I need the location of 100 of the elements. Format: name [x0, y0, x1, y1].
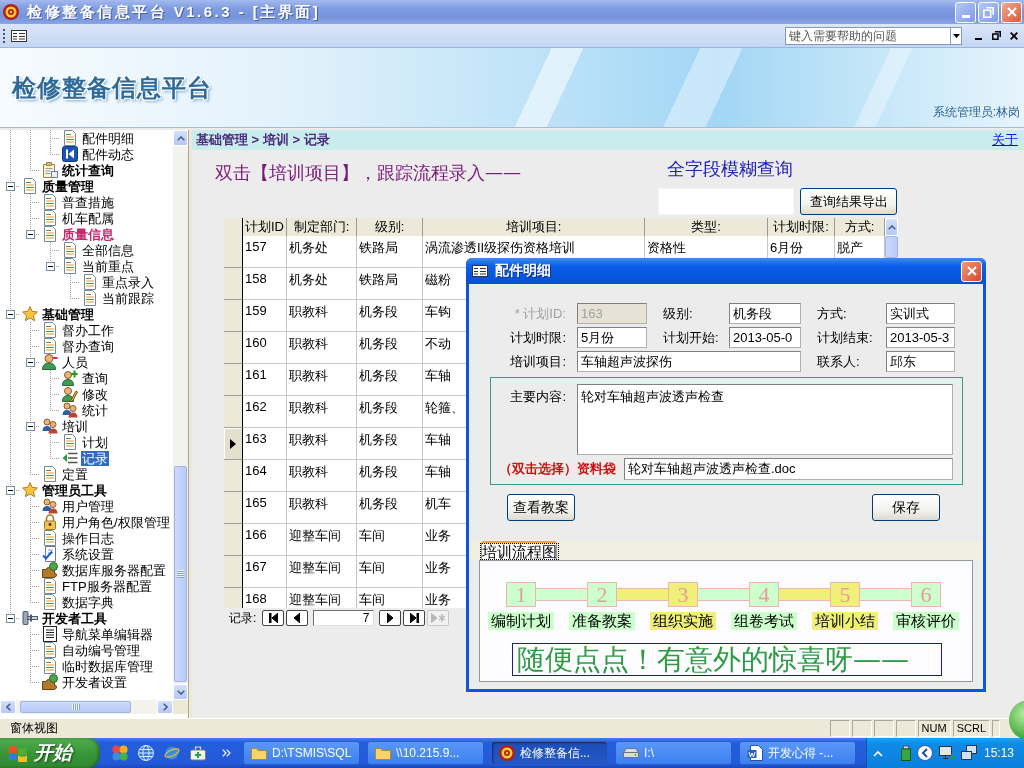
expander-toggle[interactable] [5, 613, 15, 623]
tree-item[interactable]: 当前重点 [81, 258, 135, 274]
tree-item[interactable]: 查询 [81, 370, 109, 386]
tree-item[interactable]: 普查措施 [61, 194, 115, 210]
colored-dots-icon[interactable] [112, 745, 128, 761]
first-aid-kit-icon[interactable] [190, 745, 206, 761]
expander-toggle[interactable] [25, 229, 35, 239]
tree-item[interactable]: 计划 [81, 434, 109, 450]
monitor-icon[interactable] [939, 745, 955, 761]
expander-toggle[interactable] [5, 181, 15, 191]
tree-item[interactable]: 统计查询 [61, 162, 115, 178]
step-label[interactable]: 组卷考试 [731, 612, 797, 630]
tree-item[interactable]: 人员 [61, 354, 89, 370]
tree-item[interactable]: 机车配属 [61, 210, 115, 226]
row-selector[interactable] [224, 332, 243, 364]
input-field[interactable]: 5月份 [577, 327, 647, 348]
row-selector[interactable] [224, 492, 243, 524]
tree-item[interactable]: 临时数据库管理 [61, 658, 154, 674]
input-field[interactable]: 邱东 [886, 351, 955, 372]
start-button[interactable]: 开始 [0, 738, 100, 768]
input-field[interactable]: 2013-05-3 [886, 327, 955, 348]
scroll-left-button[interactable] [0, 700, 16, 714]
tree-item[interactable]: 操作日志 [61, 530, 115, 546]
row-selector[interactable] [224, 300, 243, 332]
tree-item[interactable]: 自动编号管理 [61, 642, 141, 658]
step-label[interactable]: 准备教案 [569, 612, 635, 630]
next-record-button[interactable] [379, 610, 402, 626]
tree-item[interactable]: 质量信息 [61, 226, 115, 242]
expander-toggle[interactable] [45, 261, 55, 271]
tree-item[interactable]: 开发者设置 [61, 674, 128, 690]
tree-item[interactable]: 质量管理 [41, 178, 95, 194]
tree-item[interactable]: 督办工作 [61, 322, 115, 338]
tab[interactable]: 培训流程图 [481, 541, 557, 560]
export-button[interactable]: 查询结果导出 [800, 188, 897, 215]
tree-item[interactable]: 记录 [81, 450, 109, 466]
step-label[interactable]: 审核评价 [893, 612, 959, 630]
expander-toggle[interactable] [25, 357, 35, 367]
row-selector[interactable] [224, 460, 243, 492]
scrollbar-thumb[interactable] [20, 701, 131, 713]
scroll-down-button[interactable] [173, 684, 188, 700]
tree-item[interactable]: 定置 [61, 466, 89, 482]
usb-stick-icon[interactable] [901, 745, 911, 761]
double-chevron-icon[interactable] [222, 749, 231, 757]
globe-icon[interactable] [138, 745, 154, 761]
scroll-up-button[interactable] [885, 218, 898, 236]
row-selector[interactable] [224, 396, 243, 428]
tree-item[interactable]: FTP服务器配置 [61, 578, 153, 594]
row-selector[interactable] [224, 588, 243, 608]
previous-record-button[interactable] [286, 610, 309, 626]
slogan-banner[interactable]: 随便点点！有意外的惊喜呀—— [512, 643, 942, 676]
expander-toggle[interactable] [25, 421, 35, 431]
tree-item[interactable]: 督办查询 [61, 338, 115, 354]
help-search-field[interactable]: 键入需要帮助的问题 [785, 26, 951, 45]
attachment-field[interactable]: 轮对车轴超声波透声检查.doc [624, 458, 953, 480]
taskbar-button[interactable]: 检修整备信... [491, 741, 608, 765]
tree-item[interactable]: 用户管理 [61, 498, 115, 514]
dropdown-button[interactable] [951, 26, 962, 45]
scrollbar-thumb[interactable] [885, 236, 898, 258]
first-record-button[interactable] [262, 610, 285, 626]
row-selector[interactable] [224, 556, 243, 588]
scroll-up-button[interactable] [173, 130, 188, 146]
record-number-field[interactable]: 7 [313, 610, 375, 626]
step-label[interactable]: 培训小结 [812, 612, 878, 630]
tree-item[interactable]: 管理员工具 [41, 482, 108, 498]
save-button[interactable]: 保存 [872, 494, 940, 521]
input-field[interactable]: 车轴超声波探伤 [577, 351, 801, 372]
step-label[interactable]: 编制计划 [488, 612, 554, 630]
globe-ring-icon[interactable] [164, 745, 180, 761]
row-selector[interactable] [224, 236, 243, 268]
expander-toggle[interactable] [5, 309, 15, 319]
tree-item[interactable]: 培训 [61, 418, 89, 434]
tree-item[interactable]: 统计 [81, 402, 109, 418]
tree-item[interactable]: 数据字典 [61, 594, 115, 610]
tree-item[interactable]: 全部信息 [81, 242, 135, 258]
chevron-up-icon[interactable] [873, 749, 883, 757]
input-field[interactable]: 实训式 [886, 303, 955, 324]
tree-item[interactable]: 配件动态 [81, 146, 135, 162]
two-monitors-icon[interactable] [961, 745, 977, 761]
tree-item[interactable]: 系统设置 [61, 546, 115, 562]
expander-toggle[interactable] [5, 485, 15, 495]
row-selector[interactable] [224, 268, 243, 300]
row-selector[interactable] [224, 524, 243, 556]
input-field[interactable]: 机务段 [729, 303, 801, 324]
tree-item[interactable]: 配件明细 [81, 130, 135, 146]
scroll-right-button[interactable] [157, 700, 173, 714]
step-label[interactable]: 组织实施 [650, 612, 716, 630]
text-area[interactable]: 轮对车轴超声波透声检查 [577, 384, 953, 455]
tree-item[interactable]: 开发者工具 [41, 610, 108, 626]
input-field[interactable]: 2013-05-0 [729, 327, 801, 348]
tree-item[interactable]: 修改 [81, 386, 109, 402]
view-lesson-plan-button[interactable]: 查看教案 [507, 494, 575, 521]
row-selector[interactable] [224, 364, 243, 396]
tree-item[interactable]: 重点录入 [101, 274, 155, 290]
about-link[interactable]: 关于 [992, 131, 1018, 149]
row-selector[interactable] [224, 428, 243, 460]
tree-item[interactable]: 基础管理 [41, 306, 95, 322]
tree-item[interactable]: 数据库服务器配置 [61, 562, 167, 578]
scrollbar-thumb[interactable] [174, 466, 187, 682]
last-record-button[interactable] [403, 610, 426, 626]
tree-item[interactable]: 导航菜单编辑器 [61, 626, 154, 642]
